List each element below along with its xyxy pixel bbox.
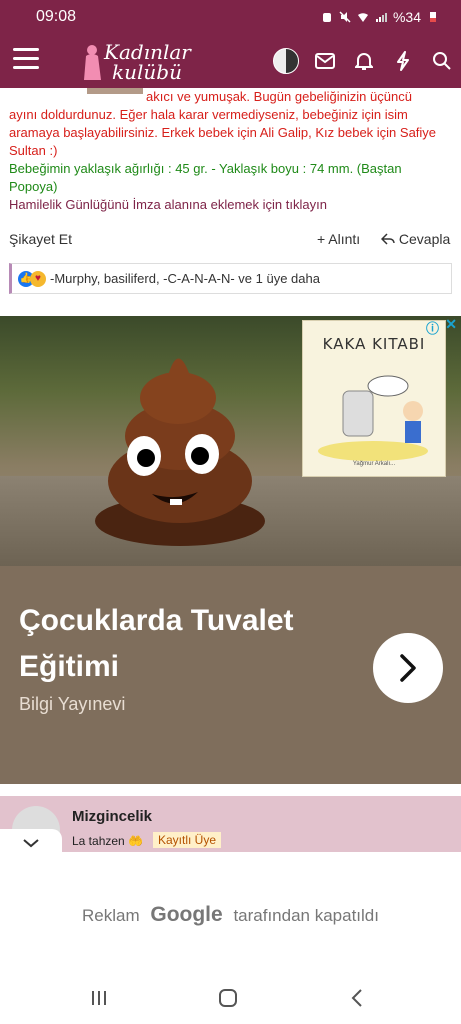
messages-button[interactable] (305, 34, 344, 88)
post-author[interactable]: Mizgincelik (72, 808, 152, 825)
search-button[interactable] (422, 34, 461, 88)
user-badge: Kayıtlı Üye (153, 832, 222, 848)
battery-icon (430, 12, 436, 22)
profile-avatar[interactable] (266, 34, 305, 88)
book-cover: KAKA KITABI Yağmur Arkalı... (302, 320, 446, 477)
post-line-red-2: ayını doldurdunuz. Eğer hala karar verme… (9, 107, 437, 158)
ad-advertiser[interactable]: Bilgi Yayınevi (19, 694, 125, 715)
next-post-header: Mizgincelik La tahzen 🤲 Kayıtlı Üye (0, 796, 461, 854)
post-line-green: Bebeğimin yaklaşık ağırlığı : 45 gr. - Y… (9, 161, 402, 194)
ad-headline[interactable]: Çocuklarda Tuvalet Eğitimi (19, 598, 319, 690)
lightning-icon (396, 51, 409, 71)
collapse-ad-button[interactable] (0, 829, 62, 857)
envelope-icon (314, 53, 335, 69)
system-nav-bar (0, 973, 461, 1024)
battery-percent: %34 (392, 9, 421, 25)
status-time: 09:08 (36, 8, 77, 25)
diary-signature-link[interactable]: Hamilelik Günlüğünü İmza alanına eklemek… (9, 196, 449, 214)
book-authors: Yağmur Arkalı... (352, 461, 396, 467)
status-bar: 09:08 %34 (0, 0, 461, 34)
advertisement[interactable]: KAKA KITABI Yağmur Arkalı... ⓘ ✕ Çocukla… (0, 316, 461, 784)
alarm-icon (322, 13, 331, 22)
back-icon (351, 989, 362, 1007)
logo-figure-icon (84, 45, 101, 80)
book-title: KAKA KITABI (322, 335, 426, 353)
app-bar: Kadınlar kulübü (0, 34, 461, 88)
ad-closed-text: Reklam Google tarafından kapatıldı (82, 903, 379, 926)
logo-text-line2: kulübü (112, 60, 182, 84)
user-title: La tahzen 🤲 (72, 834, 143, 848)
ad-open-button[interactable] (373, 633, 443, 703)
report-button[interactable]: Şikayet Et (9, 231, 72, 247)
wifi-icon (357, 13, 368, 22)
quote-button[interactable]: + Alıntı (317, 231, 360, 247)
home-button[interactable] (208, 985, 248, 1011)
google-logo: Google (150, 903, 223, 926)
reactions-bar[interactable]: 👍 ♥ -Murphy, basiliferd, -C-A-N-A-N- ve … (9, 263, 452, 294)
site-logo[interactable]: Kadınlar kulübü (82, 40, 192, 84)
post-line-red-1: akıcı ve yumuşak. Bugün gebeliğinizin üç… (146, 89, 412, 104)
reply-label: Cevapla (398, 231, 451, 247)
book-illustration (318, 375, 428, 461)
ad-info-icon[interactable]: ⓘ (426, 318, 439, 337)
status-icons: %34 (321, 9, 439, 25)
search-icon (432, 52, 451, 70)
reply-icon (380, 233, 395, 245)
love-reaction-icon: ♥ (30, 270, 46, 287)
avatar (272, 48, 299, 74)
reply-button[interactable]: Cevapla (380, 231, 451, 247)
bell-icon (354, 53, 373, 70)
ad-close-icon[interactable]: ✕ (445, 316, 457, 333)
signal-icon (375, 13, 387, 22)
reactions-text: -Murphy, basiliferd, -C-A-N-A-N- ve 1 üy… (50, 271, 320, 286)
poo-illustration (95, 358, 265, 546)
mute-icon (339, 11, 351, 23)
chevron-down-icon (23, 839, 39, 848)
chevron-right-icon (400, 654, 416, 682)
notifications-button[interactable] (344, 34, 383, 88)
back-button[interactable] (337, 985, 377, 1011)
recent-apps-icon (92, 991, 106, 1005)
whats-new-button[interactable] (383, 34, 422, 88)
post-actions: Şikayet Et + Alıntı Cevapla (9, 229, 453, 251)
home-icon (219, 989, 237, 1007)
ad-closed-banner: Reklam Google tarafından kapatıldı (0, 857, 461, 973)
menu-icon[interactable] (13, 48, 39, 70)
recent-apps-button[interactable] (79, 985, 119, 1011)
post-body: akıcı ve yumuşak. Bugün gebeliğinizin üç… (9, 88, 449, 214)
